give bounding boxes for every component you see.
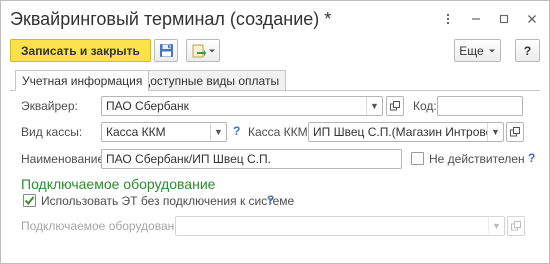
save-and-close-button[interactable]: Записать и закрыть bbox=[10, 39, 151, 62]
register-kkm-value: ИП Швец С.П.(Магазин Интроверт) bbox=[313, 125, 487, 139]
register-type-value: Касса ККМ bbox=[106, 125, 166, 139]
acquirer-field[interactable]: ПАО Сбербанк ▼ bbox=[101, 96, 383, 116]
minimize-icon[interactable] bbox=[469, 11, 483, 27]
chevron-down-icon[interactable]: ▼ bbox=[366, 97, 382, 115]
name-label: Наименование: bbox=[21, 152, 108, 166]
equipment-section-title: Подключаемое оборудование bbox=[21, 176, 216, 192]
use-without-connection-checkbox[interactable] bbox=[23, 194, 36, 207]
floppy-disk-icon bbox=[159, 44, 173, 57]
checkmark-icon bbox=[24, 196, 35, 206]
open-equipment-button[interactable] bbox=[507, 216, 525, 236]
close-icon[interactable] bbox=[525, 11, 539, 27]
form-window: Эквайринговый терминал (создание) * Запи… bbox=[0, 0, 550, 264]
tab-payment-types[interactable]: Доступные виды оплаты bbox=[135, 70, 287, 90]
code-field[interactable] bbox=[437, 96, 523, 116]
chevron-down-icon bbox=[488, 49, 495, 52]
chevron-down-icon[interactable]: ▼ bbox=[488, 217, 504, 235]
register-kkm-label: Касса ККМ: bbox=[248, 125, 311, 139]
chevron-down-icon[interactable]: ▼ bbox=[487, 123, 503, 141]
register-type-select[interactable]: Касса ККМ ▼ bbox=[101, 122, 227, 142]
name-value: ПАО Сбербанк/ИП Швец С.П. bbox=[106, 152, 271, 166]
invalid-checkbox[interactable] bbox=[411, 152, 424, 165]
post-document-button[interactable] bbox=[186, 39, 220, 62]
document-arrow-icon bbox=[192, 44, 206, 58]
chevron-down-icon bbox=[208, 49, 215, 52]
invalid-help-icon[interactable]: ? bbox=[528, 151, 535, 165]
save-button[interactable] bbox=[154, 39, 178, 62]
window-title: Эквайринговый терминал (создание) * bbox=[10, 9, 332, 29]
code-label: Код: bbox=[413, 99, 437, 113]
help-button[interactable]: ? bbox=[515, 39, 540, 62]
use-without-connection-help-icon[interactable]: ? bbox=[267, 193, 274, 207]
use-without-connection-label: Использовать ЭТ без подключения к систем… bbox=[41, 194, 295, 208]
open-window-icon bbox=[390, 101, 400, 111]
acquirer-value: ПАО Сбербанк bbox=[106, 99, 189, 113]
maximize-icon[interactable] bbox=[497, 11, 511, 27]
open-window-icon bbox=[510, 127, 520, 137]
register-kkm-field[interactable]: ИП Швец С.П.(Магазин Интроверт) ▼ bbox=[308, 122, 504, 142]
invalid-label: Не действителен bbox=[429, 152, 525, 166]
tab-account-info[interactable]: Учетная информация bbox=[15, 70, 150, 91]
more-label: Еще bbox=[459, 43, 484, 58]
register-type-help-icon[interactable]: ? bbox=[233, 124, 240, 138]
register-type-label: Вид кассы: bbox=[21, 125, 83, 139]
open-window-icon bbox=[511, 221, 521, 231]
open-register-kkm-button[interactable] bbox=[506, 122, 524, 142]
more-button[interactable]: Еще bbox=[454, 39, 501, 62]
name-field[interactable]: ПАО Сбербанк/ИП Швец С.П. bbox=[101, 149, 402, 169]
open-acquirer-button[interactable] bbox=[386, 96, 404, 116]
equipment-label: Подключаемое оборудование: bbox=[21, 219, 191, 233]
window-controls bbox=[441, 11, 539, 27]
equipment-select[interactable]: ▼ bbox=[175, 216, 505, 236]
chevron-down-icon[interactable]: ▼ bbox=[210, 123, 226, 141]
toolbar: Записать и закрыть Еще ? bbox=[10, 39, 540, 63]
more-vertical-icon[interactable] bbox=[441, 11, 455, 27]
acquirer-label: Эквайрер: bbox=[21, 99, 78, 113]
